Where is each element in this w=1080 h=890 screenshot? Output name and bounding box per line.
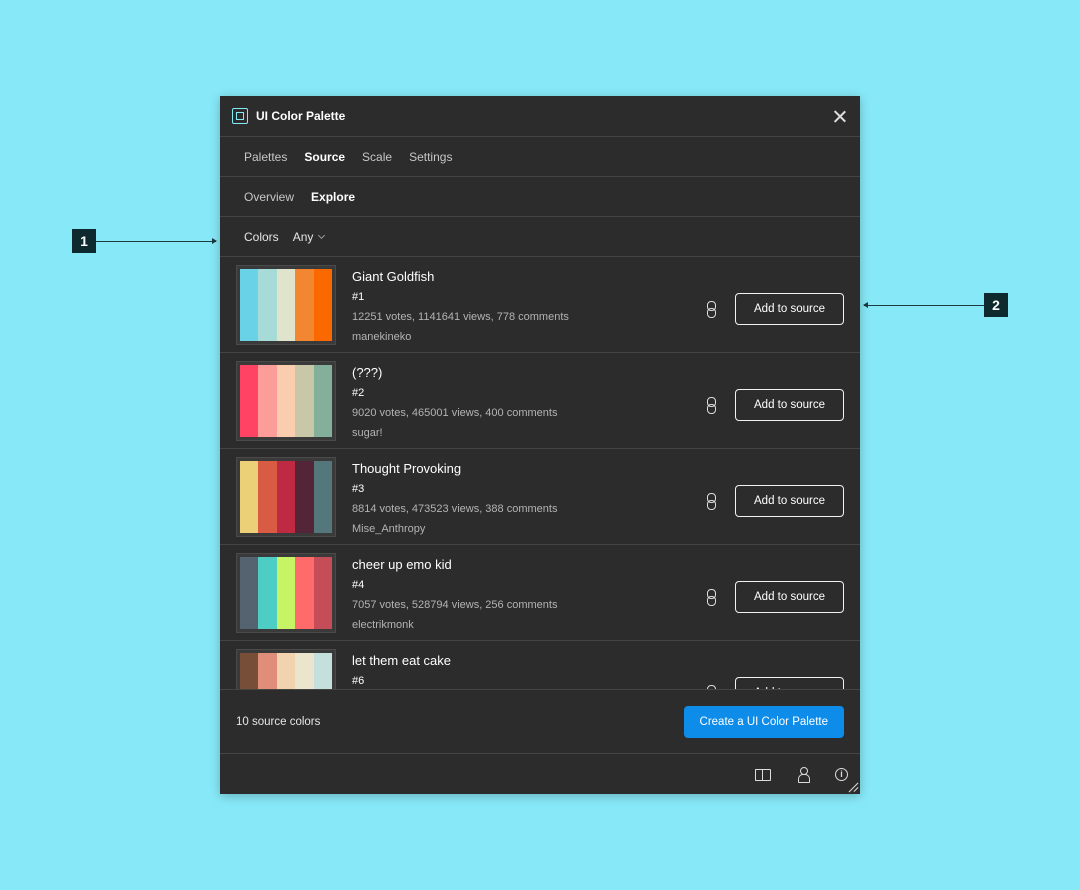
- palette-name: Thought Provoking: [352, 461, 462, 476]
- color-chip: [295, 653, 314, 689]
- tab-settings[interactable]: Settings: [409, 150, 452, 164]
- color-chip: [313, 461, 333, 533]
- color-chip: [240, 461, 259, 533]
- color-chip: [258, 461, 277, 533]
- palette-author: electrikmonk: [352, 619, 414, 631]
- color-chip: [295, 557, 314, 629]
- create-palette-button[interactable]: Create a UI Color Palette: [683, 705, 844, 738]
- add-to-source-button[interactable]: Add to source: [735, 677, 844, 689]
- plugin-window: UI Color Palette Palettes Source Scale S…: [220, 96, 860, 794]
- link-icon[interactable]: [707, 493, 716, 510]
- color-chip: [276, 653, 296, 689]
- palette-stats: 12251 votes, 1141641 views, 778 comments: [352, 311, 569, 323]
- color-chip: [295, 269, 314, 341]
- close-icon[interactable]: [832, 108, 848, 124]
- palette-rank: #2: [352, 387, 365, 399]
- callout-arrow-1: [96, 238, 217, 244]
- palette-swatch: [236, 553, 336, 633]
- add-to-source-button[interactable]: Add to source: [735, 485, 844, 517]
- palette-rank: #4: [352, 579, 365, 591]
- palette-rank: #3: [352, 483, 365, 495]
- color-chip: [276, 269, 296, 341]
- palette-name: (???): [352, 365, 383, 380]
- palette-name: cheer up emo kid: [352, 557, 452, 572]
- add-to-source-button[interactable]: Add to source: [735, 389, 844, 421]
- palette-row: (???) #2 9020 votes, 465001 views, 400 c…: [220, 353, 860, 449]
- color-chip: [258, 653, 277, 689]
- palette-rank: #1: [352, 291, 365, 303]
- color-chip: [313, 269, 333, 341]
- palette-rank: #6: [352, 675, 365, 687]
- palette-swatch: [236, 649, 336, 689]
- callout-badge-1: 1: [72, 229, 96, 253]
- palette-row: Thought Provoking #3 8814 votes, 473523 …: [220, 449, 860, 545]
- color-chip: [258, 365, 277, 437]
- palette-swatch: [236, 457, 336, 537]
- palette-stats: 8814 votes, 473523 views, 388 comments: [352, 503, 558, 515]
- color-chip: [295, 461, 314, 533]
- color-chip: [240, 269, 259, 341]
- frame-icon: [232, 108, 248, 124]
- info-icon[interactable]: i: [835, 767, 848, 781]
- add-to-source-button[interactable]: Add to source: [735, 293, 844, 325]
- palette-name: let them eat cake: [352, 653, 451, 668]
- color-chip: [313, 653, 333, 689]
- bottom-bar: i: [220, 754, 860, 794]
- link-icon[interactable]: [707, 397, 716, 414]
- color-chip: [240, 557, 259, 629]
- tab-palettes[interactable]: Palettes: [244, 150, 287, 164]
- sub-tabs: Overview Explore: [220, 177, 860, 217]
- callout-badge-2: 2: [984, 293, 1008, 317]
- tab-overview[interactable]: Overview: [244, 190, 294, 204]
- color-chip: [276, 461, 296, 533]
- color-chip: [276, 365, 296, 437]
- window-title: UI Color Palette: [256, 109, 346, 123]
- colors-filter-value: Any: [292, 229, 314, 244]
- color-chip: [240, 653, 259, 689]
- source-count: 10 source colors: [236, 715, 321, 728]
- tab-source[interactable]: Source: [304, 150, 345, 164]
- colors-filter-label: Colors: [244, 229, 279, 244]
- color-chip: [295, 365, 314, 437]
- palette-author: manekineko: [352, 331, 412, 343]
- palette-stats: 7057 votes, 528794 views, 256 comments: [352, 599, 558, 611]
- link-icon[interactable]: [707, 301, 716, 318]
- add-to-source-button[interactable]: Add to source: [735, 581, 844, 613]
- main-tabs: Palettes Source Scale Settings: [220, 137, 860, 177]
- palette-row: let them eat cake #6 Add to source: [220, 641, 860, 689]
- tab-explore[interactable]: Explore: [311, 190, 355, 204]
- palette-stats: 9020 votes, 465001 views, 400 comments: [352, 407, 558, 419]
- palette-author: Mise_Anthropy: [352, 523, 426, 535]
- resize-handle-icon[interactable]: [848, 782, 858, 792]
- color-chip: [258, 269, 277, 341]
- link-icon[interactable]: [707, 589, 716, 606]
- user-icon[interactable]: [795, 766, 811, 783]
- book-icon[interactable]: [755, 766, 771, 782]
- title-bar: UI Color Palette: [220, 96, 860, 137]
- color-chip: [313, 365, 333, 437]
- palette-name: Giant Goldfish: [352, 269, 435, 284]
- color-chip: [240, 365, 259, 437]
- color-chip: [313, 557, 333, 629]
- palette-row: Giant Goldfish #1 12251 votes, 1141641 v…: [220, 257, 860, 353]
- chevron-down-icon: [318, 231, 326, 239]
- palette-swatch: [236, 265, 336, 345]
- palette-author: sugar!: [352, 427, 383, 439]
- tab-scale[interactable]: Scale: [362, 150, 392, 164]
- palette-list[interactable]: Giant Goldfish #1 12251 votes, 1141641 v…: [220, 257, 860, 690]
- color-chip: [276, 557, 296, 629]
- colors-filter-select[interactable]: Any: [292, 229, 326, 244]
- footer: 10 source colors Create a UI Color Palet…: [220, 690, 860, 754]
- callout-arrow-2: [863, 302, 984, 308]
- color-chip: [258, 557, 277, 629]
- filter-bar: Colors Any: [220, 217, 860, 257]
- palette-swatch: [236, 361, 336, 441]
- palette-row: cheer up emo kid #4 7057 votes, 528794 v…: [220, 545, 860, 641]
